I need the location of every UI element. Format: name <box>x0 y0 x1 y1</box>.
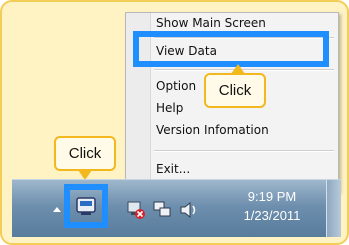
menu-separator <box>154 150 334 152</box>
menu-click-callout: Click <box>204 73 266 108</box>
app-tray-icon[interactable] <box>75 196 97 216</box>
menu-item-help[interactable]: Help <box>156 101 183 115</box>
menu-item-exit[interactable]: Exit... <box>156 162 190 176</box>
menu-item-version-information[interactable]: Version Infomation <box>156 123 269 137</box>
taskbar: 9:19 PM 1/23/2011 <box>12 179 341 237</box>
clock-date: 1/23/2011 <box>243 208 301 223</box>
view-data-highlight <box>133 31 329 67</box>
clock-time: 9:19 PM <box>247 189 297 204</box>
tutorial-frame: 1 Show Main Screen View Data Option Help… <box>0 0 349 245</box>
network-icon[interactable] <box>151 200 173 220</box>
tray-click-callout: Click <box>54 136 116 171</box>
screenshot-area: Show Main Screen View Data Option Help V… <box>12 12 341 237</box>
menu-item-show-main-screen[interactable]: Show Main Screen <box>156 16 266 30</box>
speaker-icon[interactable] <box>178 200 200 220</box>
show-desktop-button[interactable] <box>326 180 341 237</box>
network-error-icon[interactable] <box>125 200 147 220</box>
taskbar-clock[interactable]: 9:19 PM 1/23/2011 <box>238 187 306 225</box>
menu-item-option[interactable]: Option <box>156 79 196 93</box>
